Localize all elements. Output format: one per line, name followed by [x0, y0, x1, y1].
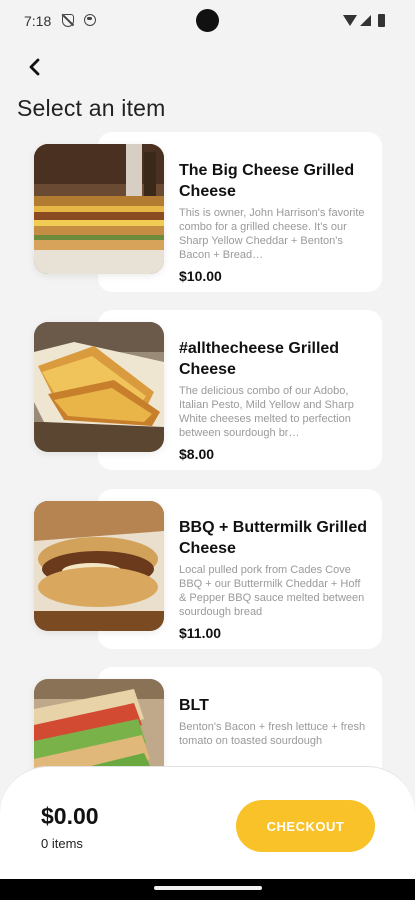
item-price: $11.00 [179, 625, 222, 641]
status-time: 7:18 [24, 13, 52, 29]
item-name: BLT [179, 697, 209, 714]
cart-summary-panel: $0.00 0 items CHECKOUT [0, 766, 415, 879]
system-nav-bar [0, 879, 415, 900]
item-photo [34, 144, 164, 274]
dnd-off-icon [62, 14, 74, 27]
item-name: The Big Cheese Grilled Cheese [179, 162, 355, 200]
home-indicator[interactable] [154, 886, 262, 890]
item-name: #allthecheese Grilled Cheese [179, 340, 340, 378]
item-photo [34, 322, 164, 452]
cart-item-count: 0 items [41, 836, 83, 851]
menu-item-card[interactable]: BBQ + Buttermilk Grilled Cheese Local pu… [34, 489, 382, 649]
signal-icon [360, 15, 371, 26]
item-description: Benton's Bacon + fresh lettuce + fresh t… [179, 721, 366, 747]
chevron-left-icon [29, 58, 40, 76]
item-description: Local pulled pork from Cades Cove BBQ + … [179, 564, 365, 618]
battery-icon [378, 14, 385, 27]
menu-item-card[interactable]: #allthecheese Grilled Cheese The delicio… [34, 310, 382, 470]
camera-cutout [196, 9, 219, 32]
status-bar: 7:18 [0, 0, 415, 44]
item-price: $8.00 [179, 446, 215, 462]
app-notification-icon [84, 14, 96, 26]
checkout-button[interactable]: CHECKOUT [236, 800, 375, 852]
page-title: Select an item [17, 95, 166, 121]
item-name: BBQ + Buttermilk Grilled Cheese [179, 519, 368, 557]
item-description: This is owner, John Harrison's favorite … [179, 207, 365, 261]
back-button[interactable] [18, 52, 52, 82]
item-price: $10.00 [179, 268, 222, 284]
item-photo [34, 501, 164, 631]
menu-item-card[interactable]: The Big Cheese Grilled Cheese This is ow… [34, 132, 382, 292]
item-description: The delicious combo of our Adobo, Italia… [179, 385, 354, 439]
cart-total: $0.00 [41, 803, 99, 829]
wifi-icon [343, 15, 357, 26]
